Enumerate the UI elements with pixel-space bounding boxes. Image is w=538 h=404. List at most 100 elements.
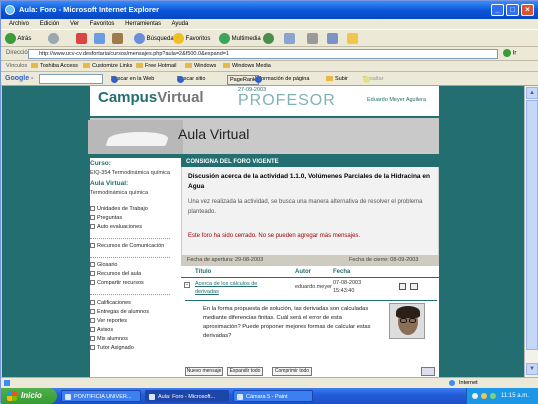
sidebar-item-glosario[interactable]: Glosario: [90, 262, 117, 268]
reply-icon[interactable]: [399, 283, 406, 290]
edit-button[interactable]: [327, 33, 338, 45]
scroll-thumb[interactable]: [526, 100, 538, 350]
search-icon: [134, 33, 145, 44]
refresh-button[interactable]: [94, 33, 105, 45]
messenger-button[interactable]: [347, 33, 358, 45]
go-button[interactable]: Ir: [503, 49, 521, 59]
divider: [90, 238, 170, 239]
link-windows-media[interactable]: Windows Media: [223, 61, 271, 72]
link-toshiba-access[interactable]: Toshiba Access: [31, 61, 78, 72]
print-icon[interactable]: [421, 367, 435, 376]
sidebar-item-tutor[interactable]: Tutor Asignado: [90, 345, 134, 351]
sidebar-item-recursos-aula[interactable]: Recursos del aula: [90, 271, 141, 277]
clock: 11:15 a.m.: [501, 393, 529, 399]
expand-icon: [90, 262, 95, 268]
aula-value: Termodinámica química: [90, 190, 149, 196]
favorites-button[interactable]: Favoritos: [173, 33, 210, 45]
forward-arrow-icon: [48, 33, 59, 44]
zone-label: Internet: [459, 380, 478, 386]
google-search-site-button[interactable]: Buscar sitio: [177, 74, 205, 84]
sidebar-item-compartir[interactable]: Compartir recursos: [90, 280, 144, 286]
message-title-link[interactable]: Acerca de los cálculos de derivadas: [195, 280, 275, 296]
minimize-button[interactable]: _: [491, 4, 504, 16]
menu-edicion[interactable]: Edición: [40, 21, 60, 27]
sidebar-item-preguntas[interactable]: Preguntas: [90, 215, 122, 221]
col-title: Título: [195, 269, 212, 275]
sidebar-item-calificaciones[interactable]: Calificaciones: [90, 300, 131, 306]
curso-value: EIQ-354 Termodinámica química: [90, 170, 170, 176]
maximize-button[interactable]: □: [506, 4, 519, 16]
home-icon: [112, 33, 123, 44]
scroll-up-arrow[interactable]: ▲: [526, 87, 538, 99]
print-icon: [307, 33, 318, 44]
mail-icon: [284, 33, 295, 44]
links-label: Vínculos: [6, 63, 28, 69]
menu-archivo[interactable]: Archivo: [9, 21, 29, 27]
message-date: 07-08-2003: [333, 280, 362, 286]
security-icon[interactable]: [490, 393, 496, 399]
open-date: Fecha de apertura: 29-08-2003: [187, 257, 264, 263]
new-message-button[interactable]: Nuevo mensaje: [185, 367, 223, 376]
network-icon[interactable]: [472, 393, 478, 399]
taskbar: Inicio PONTIFICIA UNIVER... Aula: Foro -…: [1, 388, 538, 404]
page-icon: [185, 63, 192, 69]
link-windows[interactable]: Windows: [185, 61, 216, 72]
search-button[interactable]: Búsqueda: [134, 33, 174, 45]
vertical-scrollbar[interactable]: ▲ ▼: [524, 86, 538, 377]
link-free-hotmail[interactable]: Free Hotmail: [136, 61, 176, 72]
google-search-button[interactable]: Buscar en la Web: [111, 74, 154, 84]
back-button[interactable]: Atrás: [5, 33, 31, 45]
multimedia-button[interactable]: Multimedia: [219, 33, 261, 45]
google-search-input[interactable]: [39, 74, 103, 84]
close-button[interactable]: ×: [521, 4, 534, 16]
expand-icon: [90, 345, 95, 351]
volume-icon[interactable]: [481, 393, 487, 399]
home-button[interactable]: [112, 33, 123, 45]
collapse-all-button[interactable]: Comprimir todo: [272, 367, 312, 376]
address-input[interactable]: http://www.ucv-cv.desfortaria/cursos/men…: [28, 49, 498, 59]
collapse-icon[interactable]: −: [184, 282, 190, 288]
info-icon: [255, 76, 262, 83]
sidebar-item-reportes[interactable]: Ver reportes: [90, 318, 127, 324]
print-button[interactable]: [307, 33, 318, 45]
search-icon: [177, 76, 184, 83]
forward-button[interactable]: [48, 33, 59, 45]
sidebar-item-entregas[interactable]: Entregas de alumnos: [90, 309, 149, 315]
google-logo[interactable]: Google -: [5, 74, 33, 84]
status-bar: Internet: [1, 377, 538, 388]
star-icon: [173, 33, 184, 44]
link-customize-links[interactable]: Customize Links: [83, 61, 132, 72]
highlight-button[interactable]: Resaltar: [363, 74, 383, 84]
up-button[interactable]: Subir: [326, 74, 348, 84]
task-pontificia[interactable]: PONTIFICIA UNIVER...: [61, 390, 141, 402]
stop-button[interactable]: [76, 33, 87, 45]
window-title: Aula: Foro - Microsoft Internet Explorer: [19, 5, 160, 14]
forum-closed-notice: Este foro ha sido cerrado. No se pueden …: [188, 233, 361, 239]
expand-icon: [90, 309, 95, 315]
sidebar-item-unidades[interactable]: Unidades de Trabajo: [90, 206, 148, 212]
expand-icon: [90, 318, 95, 324]
go-arrow-icon: [503, 49, 511, 57]
expand-all-button[interactable]: Expandir todo: [227, 367, 263, 376]
menu-favoritos[interactable]: Favoritos: [90, 21, 115, 27]
menu-ver[interactable]: Ver: [70, 21, 79, 27]
sidebar-item-alumnos[interactable]: Mis alumnos: [90, 336, 128, 342]
expand-message-icon[interactable]: [410, 283, 418, 290]
task-aula-foro[interactable]: Aula: Foro - Microsoft...: [145, 390, 229, 402]
ie-icon: [149, 394, 155, 400]
sidebar-item-avisos[interactable]: Avisos: [90, 327, 113, 333]
sidebar-item-recursos-comunicacion[interactable]: Recursos de Comunicación: [90, 243, 164, 249]
menu-ayuda[interactable]: Ayuda: [171, 21, 188, 27]
sidebar-item-autoevaluaciones[interactable]: Auto evaluaciones: [90, 224, 142, 230]
mail-button[interactable]: [284, 33, 295, 45]
sidebar: Curso: EIQ-354 Termodinámica química Aul…: [90, 158, 178, 377]
task-paint[interactable]: Cámara 5 - Paint: [233, 390, 313, 402]
history-icon: [263, 33, 274, 44]
media-icon: [219, 33, 230, 44]
history-button[interactable]: [263, 33, 274, 45]
start-button[interactable]: Inicio: [1, 388, 57, 404]
campus-virtual-logo[interactable]: CampusVirtual: [98, 89, 204, 106]
scroll-down-arrow[interactable]: ▼: [526, 363, 538, 375]
menu-herramientas[interactable]: Herramientas: [125, 21, 161, 27]
page-info-button[interactable]: Información de página: [255, 74, 309, 84]
